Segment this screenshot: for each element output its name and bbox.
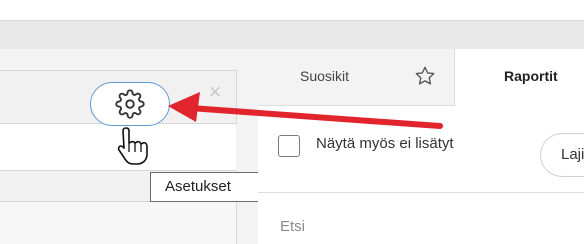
show-unadded-label: Näytä myös ei lisätyt (316, 135, 454, 152)
window-top (0, 0, 584, 20)
search-input[interactable] (258, 209, 584, 244)
type-select[interactable]: Laji (540, 133, 584, 177)
type-select-label: Laji (561, 146, 584, 163)
close-icon[interactable]: × (205, 81, 225, 103)
hand-pointer-icon (117, 127, 148, 165)
title-bar (0, 20, 584, 50)
right-panel: Suosikit Raportit Näytä myös ei lisätyt … (258, 49, 584, 244)
star-icon[interactable] (414, 65, 436, 87)
show-unadded-checkbox[interactable] (278, 135, 300, 157)
tab-reports[interactable]: Raportit (504, 68, 558, 84)
settings-button[interactable] (90, 82, 170, 126)
tab-favorites-label: Suosikit (300, 68, 350, 84)
divider (258, 192, 584, 193)
tab-favorites[interactable]: Suosikit (258, 49, 455, 106)
panel-row (0, 202, 237, 244)
gear-icon (115, 89, 145, 119)
